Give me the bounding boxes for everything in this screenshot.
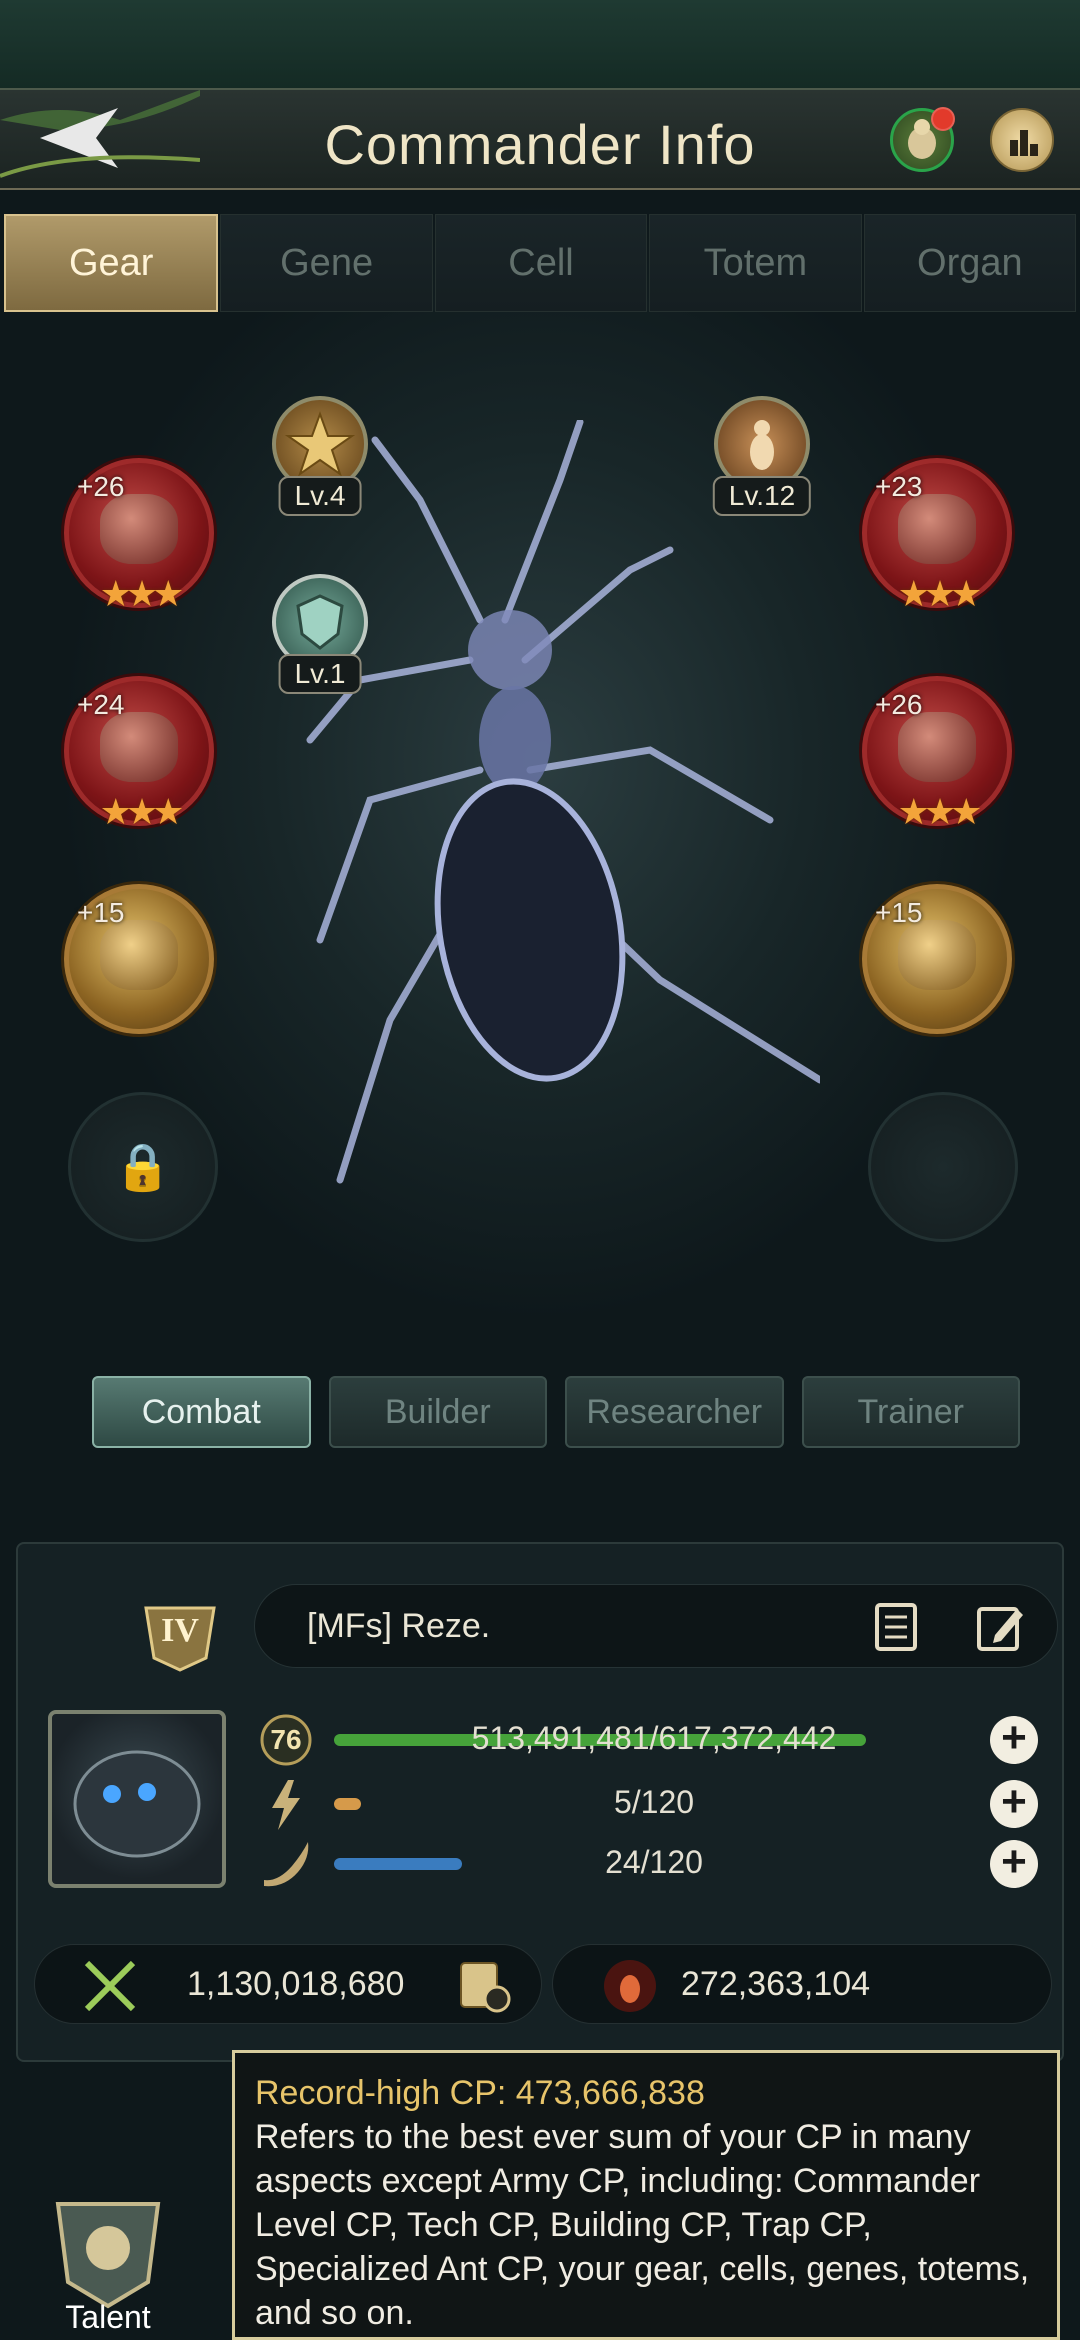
energy-row: 5/120 + bbox=[258, 1780, 1038, 1830]
exp-row: 76 513,491,481/617,372,442 + bbox=[258, 1714, 1038, 1766]
rank-label: IV bbox=[161, 1612, 199, 1649]
gear-item-icon bbox=[897, 919, 977, 990]
power-value: 1,130,018,680 bbox=[187, 1965, 405, 2003]
stamina-value: 24/120 bbox=[605, 1844, 703, 1880]
commander-panel: IV [MFs] Reze. 76 513,491,481/617,372,44… bbox=[16, 1542, 1064, 2062]
gear-slot-right-4-empty[interactable] bbox=[868, 1092, 1018, 1242]
cp-record-button[interactable] bbox=[453, 1955, 513, 2015]
edit-name-button[interactable] bbox=[973, 1599, 1027, 1655]
leaderboard-icon bbox=[1010, 130, 1038, 156]
energy-value: 5/120 bbox=[613, 1784, 695, 1820]
role-researcher-button[interactable]: Researcher bbox=[565, 1376, 784, 1448]
power-box[interactable]: 1,130,018,680 bbox=[34, 1944, 542, 2024]
gear-slot-left-2[interactable]: +24 ★★★ bbox=[64, 676, 214, 832]
role-trainer-button[interactable]: Trainer bbox=[801, 1376, 1020, 1448]
beetle-portrait-icon bbox=[73, 1750, 201, 1858]
talent-crest-icon bbox=[55, 2202, 161, 2309]
crossed-swords-icon bbox=[84, 1960, 136, 2012]
rank-emblem[interactable]: IV bbox=[136, 1598, 224, 1672]
shield-medal-icon bbox=[296, 594, 344, 650]
ant-medal-icon bbox=[750, 420, 774, 470]
talent-button[interactable]: Talent bbox=[40, 2190, 176, 2340]
queen-notification-button[interactable] bbox=[890, 107, 955, 172]
gear-item-icon bbox=[99, 493, 179, 564]
star-medal-icon bbox=[284, 411, 356, 477]
name-bar: [MFs] Reze. bbox=[254, 1584, 1058, 1668]
enhance-level: +26 bbox=[77, 471, 125, 502]
cp-tooltip: Record-high CP: 473,666,838 Refers to th… bbox=[232, 2050, 1060, 2340]
add-exp-button[interactable]: + bbox=[990, 1716, 1038, 1764]
star-rating: ★★★ bbox=[897, 573, 983, 614]
header-bar: Commander Info bbox=[0, 88, 1080, 190]
gear-slot-right-2[interactable]: +26 ★★★ bbox=[862, 676, 1012, 832]
tooltip-title: Record-high CP: 473,666,838 bbox=[255, 2074, 705, 2112]
tab-gear[interactable]: Gear bbox=[4, 214, 219, 312]
role-builder-button[interactable]: Builder bbox=[328, 1376, 547, 1448]
badge-level: Lv.4 bbox=[278, 476, 362, 516]
top-decor-strip bbox=[0, 0, 1080, 90]
star-rating: ★★★ bbox=[99, 791, 185, 832]
commander-level: 76 bbox=[270, 1724, 302, 1755]
enhance-level: +23 bbox=[875, 471, 923, 502]
star-rating: ★★★ bbox=[99, 573, 185, 614]
leaderboard-button[interactable] bbox=[990, 108, 1054, 172]
add-stamina-button[interactable]: + bbox=[990, 1840, 1038, 1888]
talent-label: Talent bbox=[65, 2299, 151, 2335]
enhance-level: +26 bbox=[875, 689, 923, 720]
role-selector: Combat Builder Researcher Trainer bbox=[92, 1376, 1020, 1448]
role-combat-button[interactable]: Combat bbox=[92, 1376, 311, 1448]
enhance-level: +24 bbox=[77, 689, 125, 720]
tab-gene[interactable]: Gene bbox=[220, 214, 433, 312]
gear-slot-right-1[interactable]: +23 ★★★ bbox=[862, 458, 1012, 614]
commander-avatar[interactable] bbox=[48, 1710, 226, 1888]
tooltip-body: Refers to the best ever sum of your CP i… bbox=[255, 2118, 1030, 2332]
edit-icon bbox=[977, 1607, 1023, 1651]
army-ant-icon bbox=[604, 1960, 656, 2012]
tab-cell[interactable]: Cell bbox=[434, 214, 648, 312]
badge-level: Lv.1 bbox=[278, 654, 362, 694]
info-log-button[interactable] bbox=[869, 1599, 923, 1655]
lightning-icon bbox=[258, 1776, 314, 1832]
star-medal-badge[interactable]: Lv.4 bbox=[272, 396, 368, 516]
enhance-level: +15 bbox=[875, 897, 923, 928]
enhance-level: +15 bbox=[77, 897, 125, 928]
gear-item-icon bbox=[99, 919, 179, 990]
gear-slot-left-4-locked[interactable]: 🔒 bbox=[68, 1092, 218, 1242]
scroll-clock-icon bbox=[460, 1962, 511, 2013]
level-badge: 76 bbox=[258, 1712, 314, 1768]
army-power-box[interactable]: 272,363,104 bbox=[552, 1944, 1052, 2024]
tab-totem[interactable]: Totem bbox=[649, 214, 862, 312]
army-power-value: 272,363,104 bbox=[681, 1965, 871, 2003]
category-tabs: Gear Gene Cell Totem Organ bbox=[0, 214, 1080, 312]
shield-medal-badge[interactable]: Lv.1 bbox=[272, 574, 368, 694]
gear-slot-right-3[interactable]: +15 bbox=[862, 884, 1012, 1034]
commander-name: [MFs] Reze. bbox=[307, 1607, 491, 1645]
add-energy-button[interactable]: + bbox=[990, 1780, 1038, 1828]
notification-dot bbox=[931, 107, 955, 131]
stamina-row: 24/120 + bbox=[258, 1840, 1038, 1888]
ant-illustration bbox=[306, 420, 820, 1184]
exp-value: 513,491,481/617,372,442 bbox=[471, 1720, 837, 1756]
gear-item-icon bbox=[897, 711, 977, 782]
gear-item-icon bbox=[897, 493, 977, 564]
lock-icon: 🔒 bbox=[114, 1140, 172, 1193]
gear-slot-left-3[interactable]: +15 bbox=[64, 884, 214, 1034]
document-icon bbox=[875, 1603, 917, 1651]
tab-organ[interactable]: Organ bbox=[863, 214, 1077, 312]
horn-icon bbox=[258, 1836, 314, 1892]
gear-slot-left-1[interactable]: +26 ★★★ bbox=[64, 458, 214, 614]
star-rating: ★★★ bbox=[897, 791, 983, 832]
gear-item-icon bbox=[99, 711, 179, 782]
badge-level: Lv.12 bbox=[712, 476, 812, 516]
ant-medal-badge[interactable]: Lv.12 bbox=[712, 396, 812, 516]
